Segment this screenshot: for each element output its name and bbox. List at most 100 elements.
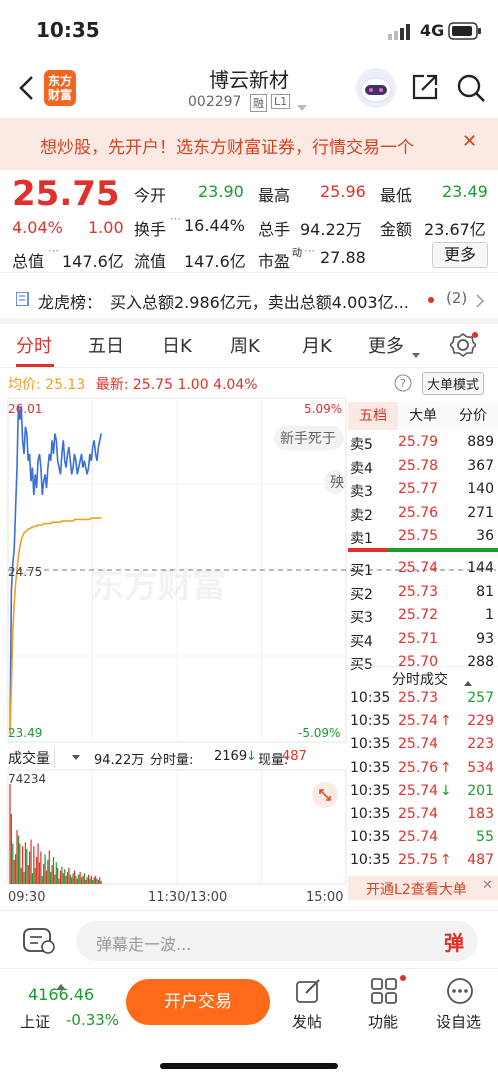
volume-bar bbox=[19, 843, 21, 884]
bottom-bar: 4166.46 上证 -0.33% 开户交易 发帖 功能 设自选 bbox=[0, 968, 498, 1080]
margin-badge: 融 bbox=[250, 94, 267, 112]
volume-bar bbox=[59, 870, 62, 884]
info-icon[interactable]: ⋯ bbox=[304, 244, 315, 257]
index-name: 上证 bbox=[20, 1013, 51, 1031]
danmu-send-icon[interactable]: 弹 bbox=[444, 927, 464, 956]
change-pct: 4.04% bbox=[12, 218, 63, 237]
amount-value: 23.67亿 bbox=[424, 220, 486, 239]
bid-row[interactable]: 买1 25.74 144 bbox=[348, 558, 498, 581]
tab-day-k[interactable]: 日K bbox=[162, 332, 192, 358]
tick-time: 10:35 bbox=[350, 829, 391, 846]
tick-price: 25.75 bbox=[398, 852, 439, 869]
bid-price: 25.71 bbox=[398, 630, 439, 647]
info-icon[interactable]: ⋯ bbox=[170, 212, 181, 225]
volume-bar bbox=[94, 875, 97, 884]
bid-row[interactable]: 买4 25.71 93 bbox=[348, 629, 498, 652]
mcap-label: 总值 bbox=[12, 252, 45, 271]
volume-bar bbox=[99, 877, 101, 884]
volume-bar bbox=[43, 863, 45, 884]
volume-bar bbox=[36, 857, 38, 884]
volume-value: 94.22万 bbox=[300, 220, 362, 239]
ask-row[interactable]: 卖2 25.76 271 bbox=[348, 503, 498, 526]
ask-volume: 36 bbox=[476, 528, 494, 544]
tick-row: 10:35 25.74 ↓ 201 bbox=[348, 781, 498, 804]
share-icon[interactable] bbox=[410, 72, 440, 106]
volume-label: 总手 bbox=[258, 220, 291, 239]
function-label[interactable]: 功能 bbox=[368, 1011, 398, 1032]
tab-month-k[interactable]: 月K bbox=[302, 332, 332, 358]
volume-bar bbox=[22, 846, 24, 884]
level-badge: L1 bbox=[271, 94, 291, 109]
tick-time: 10:35 bbox=[350, 759, 391, 776]
volume-bar bbox=[37, 843, 39, 884]
tab-big-orders[interactable]: 大单 bbox=[398, 402, 448, 430]
expand-icon[interactable] bbox=[312, 782, 338, 812]
tick-volume: 229 bbox=[467, 713, 494, 730]
index-value[interactable]: 4166.46 bbox=[28, 985, 94, 1004]
chevron-right-icon bbox=[476, 293, 485, 312]
volume-bar bbox=[16, 830, 18, 884]
ask-row[interactable]: 卖1 25.75 36 bbox=[348, 526, 498, 549]
float-label: 流值 bbox=[134, 252, 167, 271]
search-icon[interactable] bbox=[455, 72, 487, 108]
post-label[interactable]: 发帖 bbox=[292, 1011, 322, 1032]
volume-total: 94.22万 bbox=[94, 753, 145, 768]
close-icon[interactable]: ✕ bbox=[482, 878, 493, 893]
bid-volume: 144 bbox=[467, 560, 494, 576]
close-icon[interactable]: ✕ bbox=[462, 131, 477, 152]
y-min-label: 23.49 bbox=[8, 726, 43, 740]
notification-dot bbox=[400, 975, 406, 981]
watchlist-label[interactable]: 设自选 bbox=[436, 1011, 481, 1032]
tab-five-levels[interactable]: 五档 bbox=[348, 402, 398, 430]
ask-row[interactable]: 卖4 25.78 367 bbox=[348, 456, 498, 479]
ask-price: 25.75 bbox=[398, 528, 439, 544]
trade-button[interactable]: 开户交易 bbox=[126, 979, 270, 1025]
volume-bar bbox=[61, 866, 63, 884]
danmu-toggle-icon[interactable] bbox=[22, 925, 56, 959]
danmu-bar: 弹幕走一波... 弹 bbox=[0, 910, 498, 968]
volume-selector[interactable]: 成交量 bbox=[8, 748, 55, 768]
volume-bar bbox=[27, 865, 29, 884]
dragon-tiger-row[interactable]: 龙虎榜： 买入总额2.986亿元，卖出总额4.003亿... (2) bbox=[0, 272, 498, 324]
volume-bar bbox=[73, 870, 76, 884]
robot-avatar-icon[interactable] bbox=[354, 66, 398, 114]
ask-row[interactable]: 卖5 25.79 889 bbox=[348, 432, 498, 455]
post-icon[interactable] bbox=[294, 977, 322, 1009]
ask-volume: 140 bbox=[467, 481, 494, 497]
volume-bar bbox=[54, 874, 56, 884]
chevron-down-icon[interactable] bbox=[297, 98, 307, 117]
promo-banner[interactable]: 想炒股，先开户！选东方财富证券，行情交易一个 ✕ bbox=[0, 118, 498, 170]
tab-price-dist[interactable]: 分价 bbox=[448, 402, 498, 430]
grid-icon[interactable] bbox=[370, 977, 398, 1009]
tab-more[interactable]: 更多 bbox=[368, 332, 404, 358]
info-icon[interactable]: ⋯ bbox=[48, 244, 59, 257]
danmu-placeholder: 弹幕走一波... bbox=[96, 935, 192, 954]
l2-promo[interactable]: 开通L2查看大单 ✕ bbox=[348, 876, 498, 900]
volume-bar bbox=[80, 877, 83, 884]
volume-bar bbox=[66, 871, 69, 884]
volume-bar bbox=[20, 867, 22, 884]
bid-level: 买1 bbox=[350, 563, 373, 579]
pe-label: 市盈 bbox=[258, 252, 291, 271]
volume-bar bbox=[41, 875, 43, 884]
ask-level: 卖5 bbox=[350, 437, 373, 453]
ask-level: 卖4 bbox=[350, 460, 373, 477]
y-mid-label: 24.75 bbox=[8, 565, 43, 579]
ask-volume: 271 bbox=[467, 504, 494, 521]
tick-row: 10:35 25.74 183 bbox=[348, 804, 498, 827]
tick-price: 25.74 bbox=[398, 736, 439, 753]
volume-bar bbox=[52, 857, 55, 884]
index-pct: -0.33% bbox=[66, 1011, 120, 1029]
tab-week-k[interactable]: 周K bbox=[230, 332, 260, 358]
bid-row[interactable]: 买3 25.72 1 bbox=[348, 605, 498, 628]
more-button[interactable]: 更多 bbox=[432, 242, 488, 268]
ask-row[interactable]: 卖3 25.77 140 bbox=[348, 479, 498, 502]
danmu-input[interactable]: 弹幕走一波... 弹 bbox=[76, 921, 478, 961]
tab-intraday[interactable]: 分时 bbox=[16, 332, 52, 358]
tab-five-day[interactable]: 五日 bbox=[88, 332, 124, 358]
bid-row[interactable]: 买2 25.73 81 bbox=[348, 582, 498, 605]
orderbook-tabs: 五档 大单 分价 bbox=[348, 402, 498, 430]
tick-arrow: ↓ bbox=[440, 782, 452, 799]
more-dots-icon[interactable] bbox=[446, 977, 474, 1009]
quote-panel: 25.75 4.04% 1.00 今开 23.90 最高 25.96 最低 23… bbox=[0, 170, 498, 272]
